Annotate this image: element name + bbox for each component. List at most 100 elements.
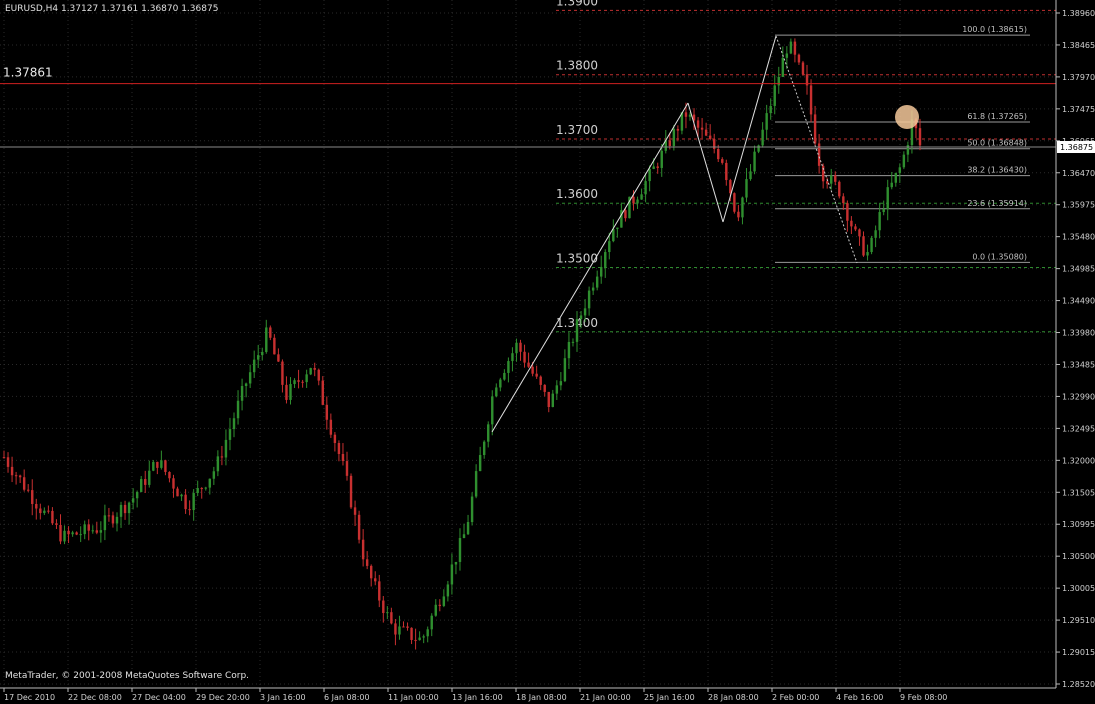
- candle-body: [450, 564, 454, 585]
- candle-body: [604, 252, 607, 267]
- candle-body: [757, 145, 760, 152]
- y-tick-label: 1.32495: [1062, 424, 1095, 433]
- candle-body: [281, 361, 284, 385]
- y-tick-label: 1.30500: [1062, 552, 1095, 561]
- candle-body: [127, 502, 131, 514]
- x-tick-label: 4 Feb 16:00: [836, 693, 883, 702]
- candle-body: [809, 85, 813, 115]
- candle-body: [446, 584, 450, 597]
- candle-body: [523, 351, 526, 363]
- candle-body: [135, 491, 139, 499]
- candle-body: [684, 112, 688, 117]
- candle-body: [103, 515, 107, 531]
- y-tick-label: 1.30995: [1062, 520, 1095, 529]
- candle-body: [842, 196, 845, 204]
- candle-body: [438, 604, 442, 606]
- round-level-label: 1.3600: [556, 187, 598, 201]
- x-tick-label: 3 Jan 16:00: [260, 693, 306, 702]
- candle-body: [240, 386, 244, 401]
- candle-body: [398, 626, 401, 635]
- candle-body: [188, 509, 191, 511]
- candle-body: [123, 504, 127, 514]
- candle-body: [341, 454, 345, 462]
- candle-body: [131, 498, 135, 503]
- candle-body: [139, 479, 143, 492]
- candle-body: [729, 180, 732, 194]
- candle-body: [721, 159, 724, 163]
- candle-body: [430, 615, 433, 630]
- x-tick-label: 18 Jan 08:00: [516, 693, 567, 702]
- candle-body: [793, 41, 797, 55]
- candle-body: [382, 600, 385, 614]
- candle-body: [539, 376, 542, 385]
- candle-body: [378, 581, 381, 601]
- round-level-label: 1.3800: [556, 59, 598, 73]
- candle-body: [176, 488, 179, 497]
- candle-body: [406, 626, 409, 628]
- candle-body: [830, 175, 833, 184]
- chart-header: EURUSD,H4 1.37127 1.37161 1.36870 1.3687…: [5, 4, 219, 14]
- candle-body: [265, 327, 268, 352]
- candle-body: [777, 76, 780, 86]
- y-tick-label: 1.36470: [1062, 169, 1095, 178]
- candle-body: [160, 460, 163, 468]
- candle-body: [660, 150, 663, 168]
- candle-body: [789, 41, 793, 54]
- candle-body: [442, 596, 446, 606]
- candle-body: [269, 327, 272, 338]
- candle-body: [83, 524, 86, 535]
- fib-level-label: 100.0 (1.38615): [962, 25, 1027, 34]
- horizontal-line-label: 1.37861: [3, 66, 53, 80]
- y-tick-label: 1.29015: [1062, 648, 1095, 657]
- candle-body: [59, 524, 62, 542]
- candle-body: [801, 62, 805, 75]
- candle-body: [79, 534, 82, 536]
- candle-body: [652, 166, 655, 169]
- candle-body: [906, 145, 910, 155]
- candle-body: [67, 530, 70, 535]
- candle-body: [579, 315, 583, 320]
- y-tick-label: 1.34490: [1062, 297, 1095, 306]
- candle-body: [749, 171, 752, 180]
- price-chart[interactable]: 1.39001.38001.37001.36001.35001.3400 100…: [0, 0, 1095, 704]
- candle-body: [305, 374, 308, 383]
- candle-body: [91, 530, 94, 532]
- candle-body: [71, 532, 74, 535]
- candle-body: [277, 354, 280, 362]
- candle-body: [482, 441, 486, 456]
- candle-body: [858, 229, 861, 237]
- candle-body: [700, 127, 704, 130]
- y-tick-label: 1.33980: [1062, 329, 1095, 338]
- candle-body: [369, 565, 373, 579]
- candle-body: [668, 140, 672, 147]
- y-tick-label: 1.31505: [1062, 488, 1095, 497]
- candle-body: [644, 181, 647, 195]
- candle-body: [2, 457, 6, 459]
- candle-body: [499, 379, 502, 388]
- candle-body: [527, 362, 530, 367]
- candle-body: [902, 154, 906, 168]
- candle-body: [519, 342, 522, 352]
- candle-body: [257, 355, 260, 360]
- candle-body: [301, 381, 304, 383]
- candle-body: [850, 220, 853, 227]
- candle-body: [244, 383, 248, 387]
- candle-body: [886, 187, 889, 210]
- x-tick-label: 17 Dec 2010: [4, 693, 55, 702]
- fib-level-label: 0.0 (1.35080): [972, 252, 1027, 261]
- candle-body: [725, 162, 728, 181]
- x-tick-label: 28 Jan 08:00: [708, 693, 759, 702]
- candle-body: [543, 384, 546, 392]
- highlight-marker: [895, 105, 919, 129]
- candle-body: [184, 494, 187, 510]
- candle-body: [386, 612, 389, 614]
- candle-body: [587, 290, 591, 309]
- round-level-label: 1.3500: [556, 252, 598, 266]
- candle-body: [882, 209, 885, 213]
- candle-body: [325, 404, 329, 420]
- candle-body: [285, 384, 288, 400]
- candle-body: [854, 226, 857, 230]
- candle-body: [894, 172, 897, 183]
- x-tick-label: 22 Dec 08:00: [68, 693, 122, 702]
- candle-body: [6, 457, 10, 467]
